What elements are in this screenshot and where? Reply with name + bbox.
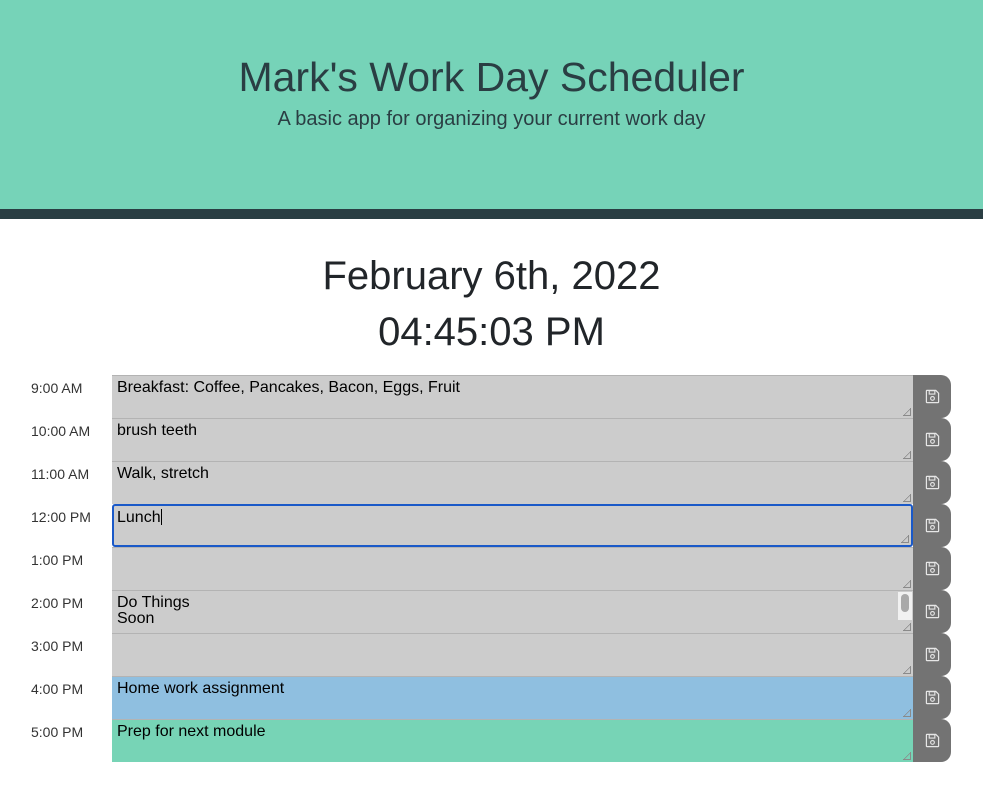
resize-handle[interactable] bbox=[903, 580, 911, 588]
resize-handle[interactable] bbox=[903, 666, 911, 674]
task-textarea[interactable] bbox=[112, 547, 913, 590]
resize-handle[interactable] bbox=[903, 752, 911, 760]
task-text: Lunch bbox=[117, 509, 161, 526]
time-block: 2:00 PM Do Things Soon bbox=[0, 590, 983, 633]
hour-label: 3:00 PM bbox=[31, 638, 84, 654]
save-button[interactable] bbox=[913, 547, 951, 590]
time-block: 10:00 AM brush teeth bbox=[0, 418, 983, 461]
resize-handle[interactable] bbox=[901, 535, 909, 543]
task-textarea[interactable]: Walk, stretch bbox=[112, 461, 913, 504]
time-block: 12:00 PM Lunch bbox=[0, 504, 983, 547]
header: Mark's Work Day Scheduler A basic app fo… bbox=[0, 0, 983, 209]
task-textarea[interactable]: Breakfast: Coffee, Pancakes, Bacon, Eggs… bbox=[112, 375, 913, 418]
save-button[interactable] bbox=[913, 461, 951, 504]
hour-label: 4:00 PM bbox=[31, 681, 84, 697]
hour-label: 5:00 PM bbox=[31, 724, 84, 740]
time-block: 4:00 PM Home work assignment bbox=[0, 676, 983, 719]
task-textarea[interactable] bbox=[112, 633, 913, 676]
task-textarea[interactable]: Home work assignment bbox=[112, 676, 913, 719]
app-title: Mark's Work Day Scheduler bbox=[238, 54, 745, 100]
task-textarea[interactable]: brush teeth bbox=[112, 418, 913, 461]
hour-label: 10:00 AM bbox=[31, 423, 91, 439]
task-text: Prep for next module bbox=[117, 723, 266, 740]
hour-label: 9:00 AM bbox=[31, 380, 83, 396]
floppy-disk-icon bbox=[925, 561, 939, 576]
scrollbar-thumb[interactable] bbox=[901, 594, 909, 612]
task-text: Home work assignment bbox=[117, 680, 285, 697]
time-block: 3:00 PM bbox=[0, 633, 983, 676]
task-textarea[interactable]: Prep for next module bbox=[112, 719, 913, 762]
save-button[interactable] bbox=[913, 719, 951, 762]
save-button[interactable] bbox=[913, 418, 951, 461]
current-time: 04:45:03 PM bbox=[378, 310, 605, 354]
save-button[interactable] bbox=[913, 504, 951, 547]
textarea-scrollbar[interactable] bbox=[898, 592, 912, 620]
save-button[interactable] bbox=[913, 375, 951, 418]
save-button[interactable] bbox=[913, 590, 951, 633]
time-block: 1:00 PM bbox=[0, 547, 983, 590]
task-textarea[interactable]: Lunch bbox=[112, 504, 913, 547]
resize-handle[interactable] bbox=[903, 451, 911, 459]
task-text: Walk, stretch bbox=[117, 465, 209, 482]
floppy-disk-icon bbox=[925, 475, 939, 490]
save-button[interactable] bbox=[913, 676, 951, 719]
floppy-disk-icon bbox=[925, 690, 939, 705]
task-text: Breakfast: Coffee, Pancakes, Bacon, Eggs… bbox=[117, 379, 460, 396]
floppy-disk-icon bbox=[925, 518, 939, 533]
floppy-disk-icon bbox=[925, 389, 939, 404]
resize-handle[interactable] bbox=[903, 408, 911, 416]
time-block: 9:00 AM Breakfast: Coffee, Pancakes, Baco… bbox=[0, 375, 983, 418]
save-button[interactable] bbox=[913, 633, 951, 676]
header-divider bbox=[0, 209, 983, 219]
floppy-disk-icon bbox=[925, 604, 939, 619]
task-textarea[interactable]: Do Things Soon bbox=[112, 590, 913, 633]
current-date: February 6th, 2022 bbox=[322, 254, 661, 298]
floppy-disk-icon bbox=[925, 733, 939, 748]
resize-handle[interactable] bbox=[903, 494, 911, 502]
resize-handle[interactable] bbox=[903, 709, 911, 717]
hour-label: 1:00 PM bbox=[31, 552, 84, 568]
hour-label: 11:00 AM bbox=[31, 466, 90, 482]
time-block: 5:00 PM Prep for next module bbox=[0, 719, 983, 762]
task-text: brush teeth bbox=[117, 422, 198, 439]
task-text: Do Things Soon bbox=[117, 594, 190, 627]
app-subtitle: A basic app for organizing your current … bbox=[277, 108, 706, 130]
hour-label: 12:00 PM bbox=[31, 509, 91, 525]
hour-label: 2:00 PM bbox=[31, 595, 84, 611]
text-caret bbox=[160, 509, 162, 525]
floppy-disk-icon bbox=[925, 432, 939, 447]
resize-handle[interactable] bbox=[903, 623, 911, 631]
schedule: 9:00 AM Breakfast: Coffee, Pancakes, Baco… bbox=[0, 375, 983, 762]
floppy-disk-icon bbox=[925, 647, 939, 662]
time-block: 11:00 AM Walk, stretch bbox=[0, 461, 983, 504]
